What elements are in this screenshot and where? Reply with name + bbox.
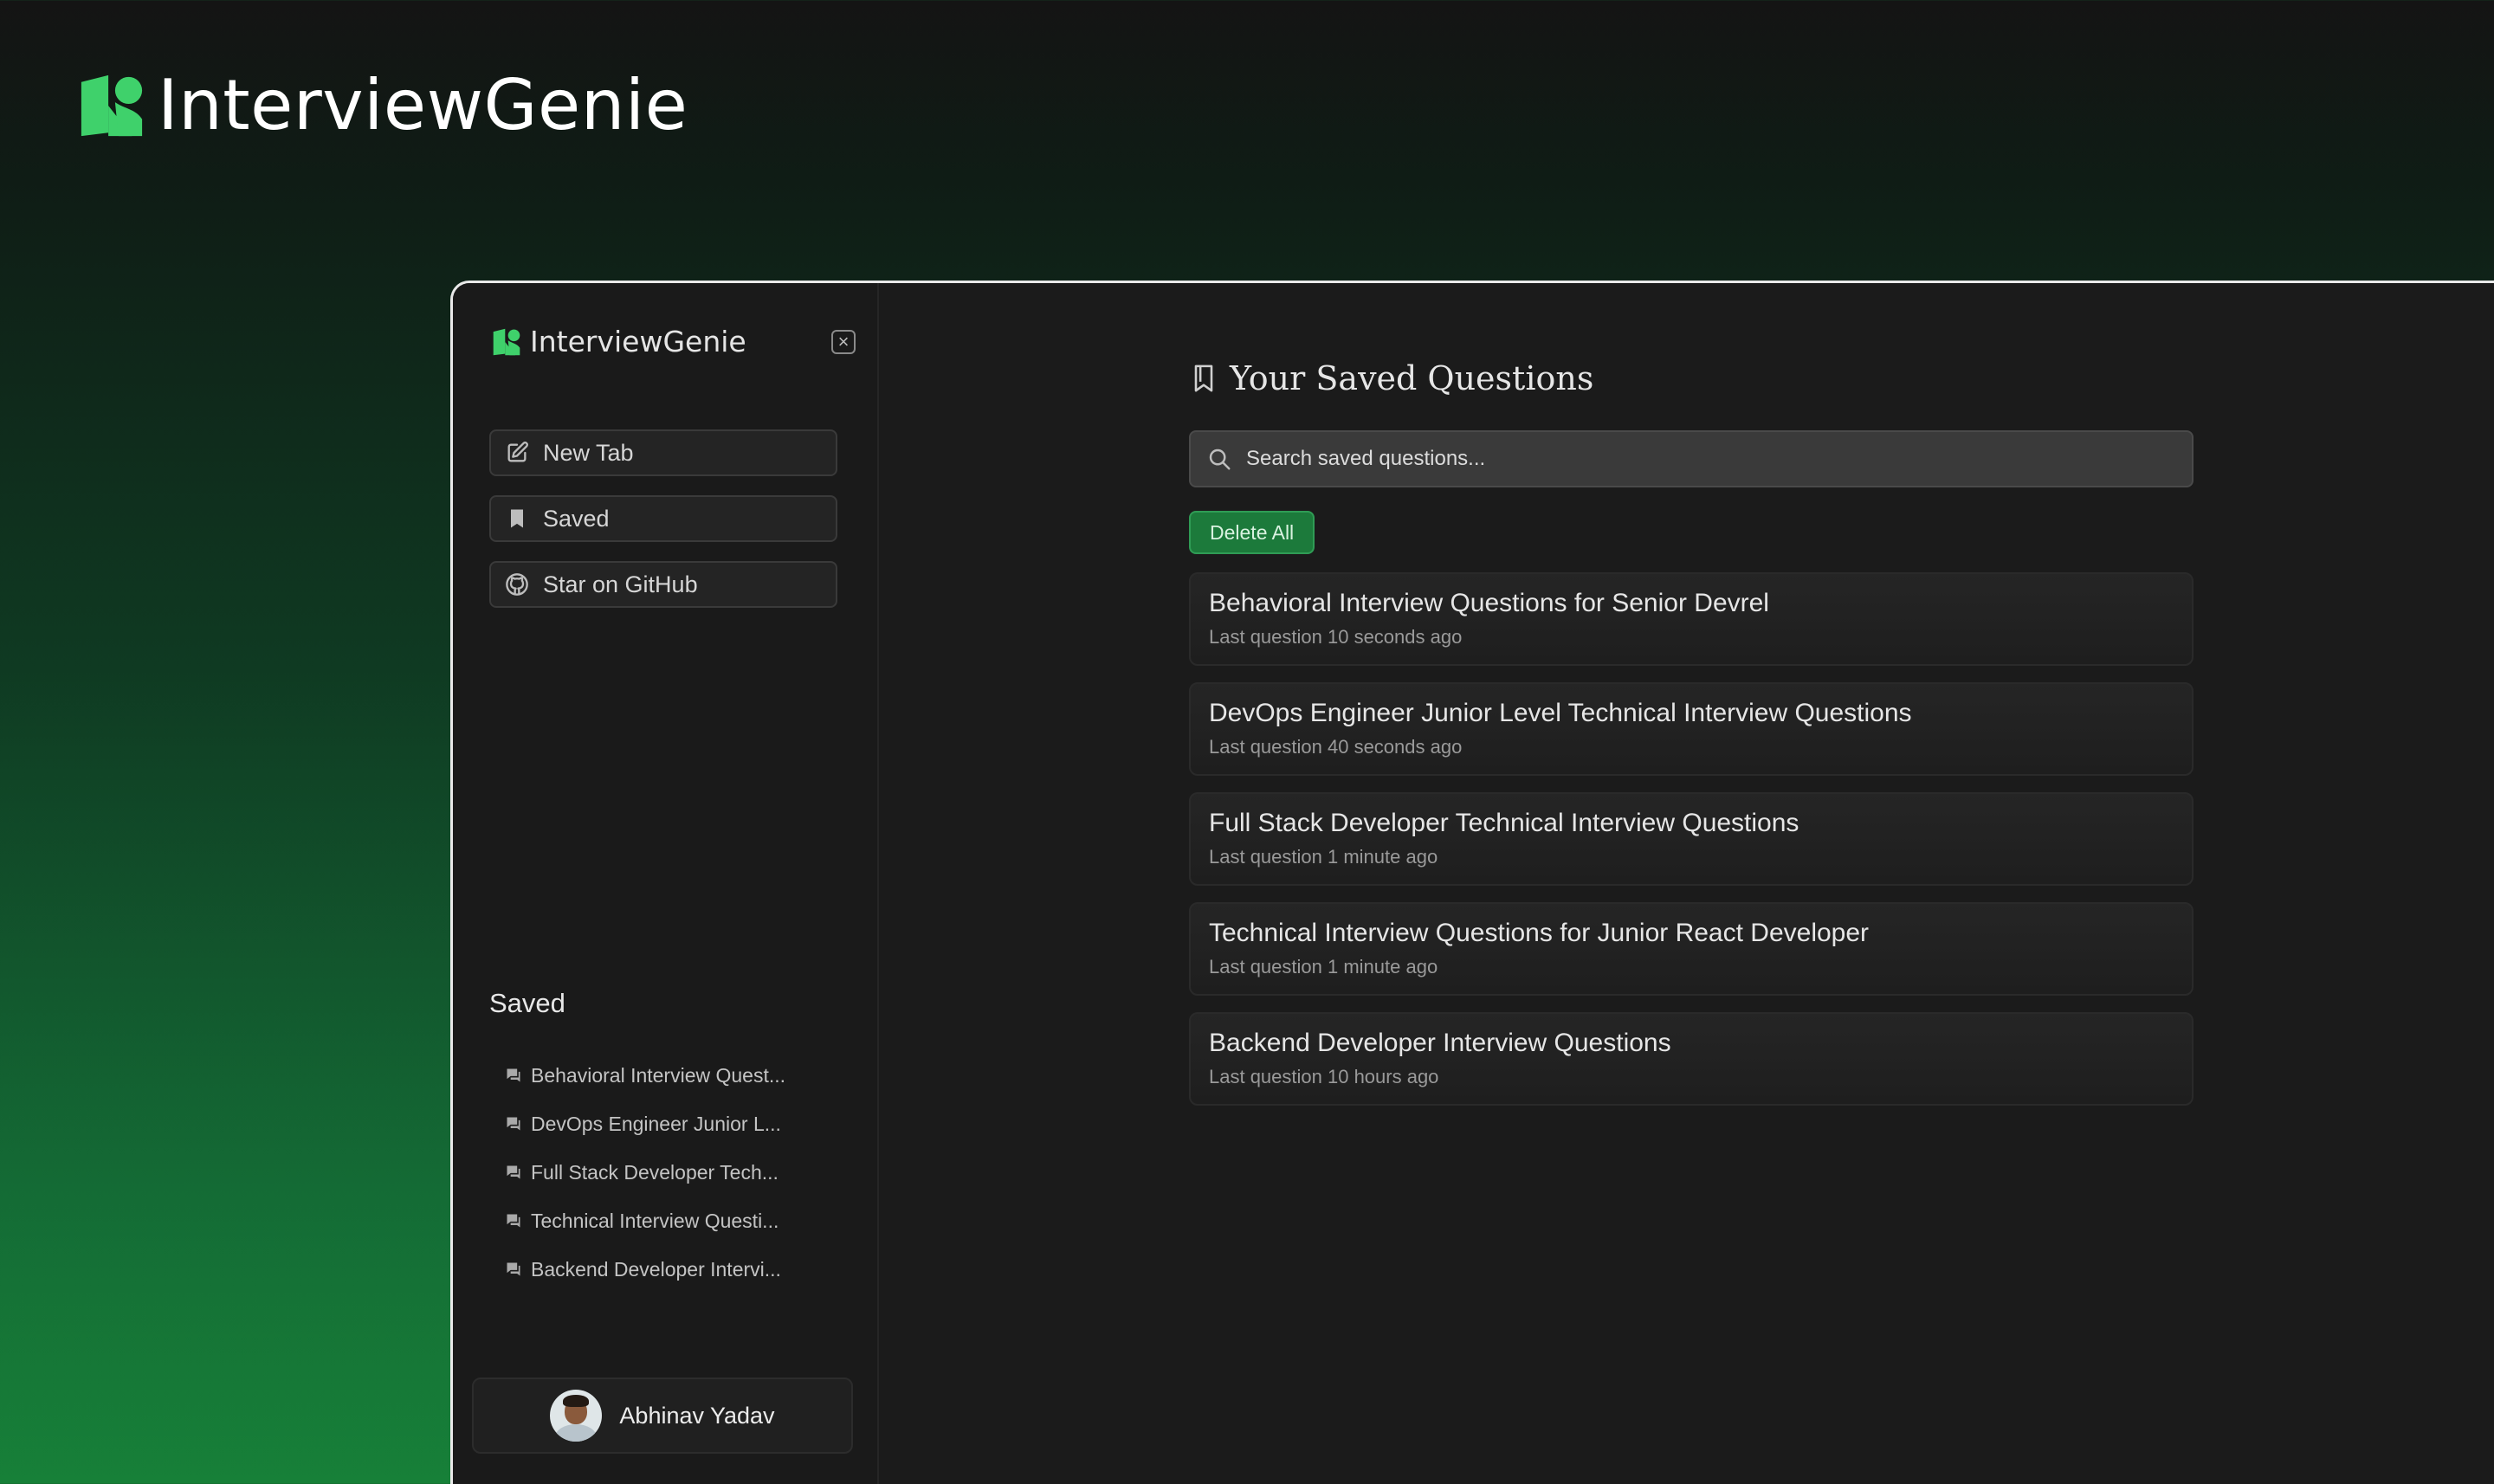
- question-card[interactable]: Technical Interview Questions for Junior…: [1189, 902, 2194, 996]
- avatar: [550, 1390, 603, 1442]
- question-timestamp: Last question 10 hours ago: [1209, 1066, 1439, 1087]
- star-on-github-label: Star on GitHub: [543, 571, 698, 597]
- sidebar-nav: New Tab Saved Star on GitHub: [489, 429, 837, 627]
- saved-section-heading: Saved: [489, 988, 565, 1018]
- saved-list-item-label: Technical Interview Questi...: [531, 1209, 779, 1232]
- question-title: Technical Interview Questions for Junior…: [1209, 919, 1870, 947]
- question-timestamp: Last question 1 minute ago: [1209, 956, 1438, 978]
- github-icon: [505, 572, 529, 597]
- app-window: InterviewGenie × New Tab Saved Star on G…: [450, 281, 2494, 1484]
- user-name: Abhinav Yadav: [619, 1402, 775, 1429]
- question-title: Backend Developer Interview Questions: [1209, 1029, 1671, 1057]
- sidebar-brand[interactable]: InterviewGenie: [492, 325, 746, 358]
- search-input[interactable]: [1244, 446, 2192, 472]
- close-icon: ×: [837, 330, 850, 352]
- logo-icon: [492, 327, 521, 357]
- saved-list-item-label: Full Stack Developer Tech...: [531, 1160, 779, 1184]
- question-card[interactable]: DevOps Engineer Junior Level Technical I…: [1189, 682, 2194, 776]
- main-content: Your Saved Questions Delete All Behavior…: [879, 283, 2494, 1484]
- saved-list-item-label: Behavioral Interview Quest...: [531, 1063, 786, 1087]
- delete-all-button[interactable]: Delete All: [1189, 511, 1315, 554]
- saved-list-item[interactable]: Backend Developer Intervi...: [505, 1245, 834, 1294]
- user-profile-button[interactable]: Abhinav Yadav: [472, 1378, 853, 1454]
- star-on-github-button[interactable]: Star on GitHub: [489, 561, 837, 608]
- saved-list-item[interactable]: DevOps Engineer Junior L...: [505, 1100, 834, 1148]
- bookmark-outline-icon: [1190, 363, 1218, 394]
- question-timestamp: Last question 10 seconds ago: [1209, 626, 1463, 648]
- question-card[interactable]: Backend Developer Interview Questions La…: [1189, 1012, 2194, 1106]
- saved-list-item[interactable]: Technical Interview Questi...: [505, 1197, 834, 1245]
- question-card[interactable]: Behavioral Interview Questions for Senio…: [1189, 572, 2194, 666]
- saved-label: Saved: [543, 505, 610, 532]
- saved-list-item-label: Backend Developer Intervi...: [531, 1257, 781, 1281]
- question-title: DevOps Engineer Junior Level Technical I…: [1209, 699, 1912, 727]
- logo-icon: [78, 72, 145, 139]
- question-list: Behavioral Interview Questions for Senio…: [1189, 572, 2194, 1122]
- close-sidebar-button[interactable]: ×: [831, 329, 856, 354]
- question-card[interactable]: Full Stack Developer Technical Interview…: [1189, 792, 2194, 886]
- question-timestamp: Last question 40 seconds ago: [1209, 736, 1463, 758]
- question-title: Behavioral Interview Questions for Senio…: [1209, 589, 1769, 617]
- hero-brand-name: InterviewGenie: [158, 65, 688, 145]
- new-tab-label: New Tab: [543, 439, 634, 466]
- bookmark-icon: [505, 506, 529, 531]
- saved-list: Behavioral Interview Quest... DevOps Eng…: [505, 1051, 834, 1294]
- saved-list-item[interactable]: Behavioral Interview Quest...: [505, 1051, 834, 1100]
- saved-button[interactable]: Saved: [489, 495, 837, 542]
- chat-icon: [505, 1212, 522, 1229]
- question-timestamp: Last question 1 minute ago: [1209, 846, 1438, 868]
- question-title: Full Stack Developer Technical Interview…: [1209, 809, 1799, 837]
- saved-list-item-label: DevOps Engineer Junior L...: [531, 1112, 781, 1135]
- search-box: [1189, 430, 2194, 487]
- new-tab-button[interactable]: New Tab: [489, 429, 837, 476]
- chat-icon: [505, 1261, 522, 1278]
- saved-list-item[interactable]: Full Stack Developer Tech...: [505, 1148, 834, 1197]
- sidebar-header: InterviewGenie ×: [492, 325, 856, 358]
- chat-icon: [505, 1164, 522, 1181]
- sidebar: InterviewGenie × New Tab Saved Star on G…: [453, 283, 879, 1484]
- page-header: Your Saved Questions: [1190, 359, 1593, 397]
- search-icon: [1206, 446, 1232, 472]
- chat-icon: [505, 1115, 522, 1132]
- edit-icon: [505, 441, 529, 465]
- hero-brand: InterviewGenie: [78, 71, 688, 140]
- page-title: Your Saved Questions: [1230, 359, 1594, 397]
- chat-icon: [505, 1067, 522, 1084]
- sidebar-brand-name: InterviewGenie: [530, 325, 746, 358]
